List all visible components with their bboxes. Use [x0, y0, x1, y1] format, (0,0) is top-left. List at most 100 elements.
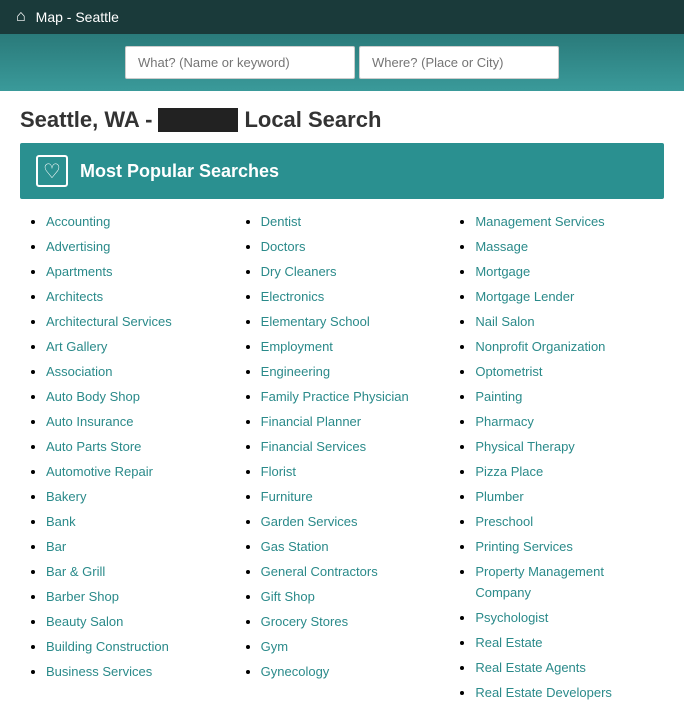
search-link[interactable]: Beauty Salon — [46, 614, 123, 629]
list-item: Doctors — [261, 236, 440, 257]
where-search-input[interactable] — [359, 46, 559, 79]
list-item: Painting — [475, 386, 654, 407]
search-link[interactable]: Electronics — [261, 289, 325, 304]
search-link[interactable]: Grocery Stores — [261, 614, 348, 629]
list-item: Electronics — [261, 286, 440, 307]
search-link[interactable]: Association — [46, 364, 112, 379]
list-item: Auto Insurance — [46, 411, 225, 432]
list-item: Association — [46, 361, 225, 382]
search-link[interactable]: Auto Insurance — [46, 414, 133, 429]
search-link[interactable]: Florist — [261, 464, 296, 479]
search-link[interactable]: Auto Parts Store — [46, 439, 141, 454]
search-link[interactable]: Employment — [261, 339, 333, 354]
list-item: Garden Services — [261, 511, 440, 532]
page-title-prefix: Seattle, WA - — [20, 107, 152, 133]
list-item: Furniture — [261, 486, 440, 507]
list-item: Employment — [261, 336, 440, 357]
search-link[interactable]: Preschool — [475, 514, 533, 529]
search-link[interactable]: Printing Services — [475, 539, 573, 554]
list-item: Nonprofit Organization — [475, 336, 654, 357]
list-item: Mortgage — [475, 261, 654, 282]
search-link[interactable]: Barber Shop — [46, 589, 119, 604]
search-link[interactable]: Bar & Grill — [46, 564, 105, 579]
search-link[interactable]: Plumber — [475, 489, 523, 504]
list-item: Family Practice Physician — [261, 386, 440, 407]
search-link[interactable]: Dentist — [261, 214, 301, 229]
redacted-block — [158, 108, 238, 132]
search-link[interactable]: Garden Services — [261, 514, 358, 529]
list-item: Advertising — [46, 236, 225, 257]
search-link[interactable]: Automotive Repair — [46, 464, 153, 479]
search-link[interactable]: Financial Services — [261, 439, 367, 454]
list-item: Art Gallery — [46, 336, 225, 357]
search-link[interactable]: Building Construction — [46, 639, 169, 654]
search-link[interactable]: Furniture — [261, 489, 313, 504]
search-link[interactable]: Auto Body Shop — [46, 389, 140, 404]
search-link[interactable]: General Contractors — [261, 564, 378, 579]
search-link[interactable]: Dry Cleaners — [261, 264, 337, 279]
list-item: Architectural Services — [46, 311, 225, 332]
search-link[interactable]: Mortgage Lender — [475, 289, 574, 304]
list-item: Business Services — [46, 661, 225, 682]
search-link[interactable]: Architects — [46, 289, 103, 304]
search-link[interactable]: Elementary School — [261, 314, 370, 329]
search-link[interactable]: Gas Station — [261, 539, 329, 554]
list-item: Nail Salon — [475, 311, 654, 332]
list-item: Florist — [261, 461, 440, 482]
search-link[interactable]: Bakery — [46, 489, 86, 504]
search-link[interactable]: Real Estate Developers — [475, 685, 612, 700]
search-link[interactable]: Psychologist — [475, 610, 548, 625]
search-link[interactable]: Doctors — [261, 239, 306, 254]
list-item: Physical Therapy — [475, 436, 654, 457]
list-item: Gym — [261, 636, 440, 657]
search-link[interactable]: Optometrist — [475, 364, 542, 379]
search-link[interactable]: Art Gallery — [46, 339, 107, 354]
list-item: Financial Planner — [261, 411, 440, 432]
what-search-input[interactable] — [125, 46, 355, 79]
search-link[interactable]: Gym — [261, 639, 288, 654]
search-link[interactable]: Nonprofit Organization — [475, 339, 605, 354]
search-link[interactable]: Business Services — [46, 664, 152, 679]
search-link[interactable]: Apartments — [46, 264, 112, 279]
search-link[interactable]: Bank — [46, 514, 76, 529]
list-item: Real Estate Developers — [475, 682, 654, 703]
search-link[interactable]: Engineering — [261, 364, 330, 379]
search-link[interactable]: Gynecology — [261, 664, 330, 679]
search-link[interactable]: Real Estate — [475, 635, 542, 650]
search-link[interactable]: Nail Salon — [475, 314, 534, 329]
search-link[interactable]: Financial Planner — [261, 414, 361, 429]
search-bar — [0, 34, 684, 91]
search-link[interactable]: Pharmacy — [475, 414, 534, 429]
search-link[interactable]: Accounting — [46, 214, 110, 229]
list-item: Bank — [46, 511, 225, 532]
search-link[interactable]: Physical Therapy — [475, 439, 574, 454]
list-item: Apartments — [46, 261, 225, 282]
search-link[interactable]: Advertising — [46, 239, 110, 254]
search-link[interactable]: Family Practice Physician — [261, 389, 409, 404]
search-link[interactable]: Bar — [46, 539, 66, 554]
list-item: Gynecology — [261, 661, 440, 682]
search-link[interactable]: Pizza Place — [475, 464, 543, 479]
search-link[interactable]: Mortgage — [475, 264, 530, 279]
search-link[interactable]: Management Services — [475, 214, 604, 229]
list-item: Auto Parts Store — [46, 436, 225, 457]
search-link[interactable]: Massage — [475, 239, 528, 254]
top-bar-title: Map - Seattle — [36, 9, 119, 25]
list-item: Building Construction — [46, 636, 225, 657]
search-link[interactable]: Gift Shop — [261, 589, 315, 604]
list-item: Elementary School — [261, 311, 440, 332]
links-column-2: Dentist Doctors Dry Cleaners Electronics Ele… — [235, 211, 450, 707]
list-item: Automotive Repair — [46, 461, 225, 482]
search-link[interactable]: Architectural Services — [46, 314, 172, 329]
links-column-3: Management Services Massage Mortgage Mortga… — [449, 211, 664, 707]
search-link[interactable]: Painting — [475, 389, 522, 404]
popular-title: Most Popular Searches — [80, 161, 279, 182]
list-item: Gas Station — [261, 536, 440, 557]
popular-banner: ♡ Most Popular Searches — [20, 143, 664, 199]
search-link[interactable]: Real Estate Agents — [475, 660, 586, 675]
search-link[interactable]: Property Management Company — [475, 564, 604, 600]
list-item: Printing Services — [475, 536, 654, 557]
page-title-suffix: Local Search — [244, 107, 381, 133]
home-icon[interactable]: ⌂ — [16, 8, 26, 26]
list-item: Property Management Company — [475, 561, 654, 603]
